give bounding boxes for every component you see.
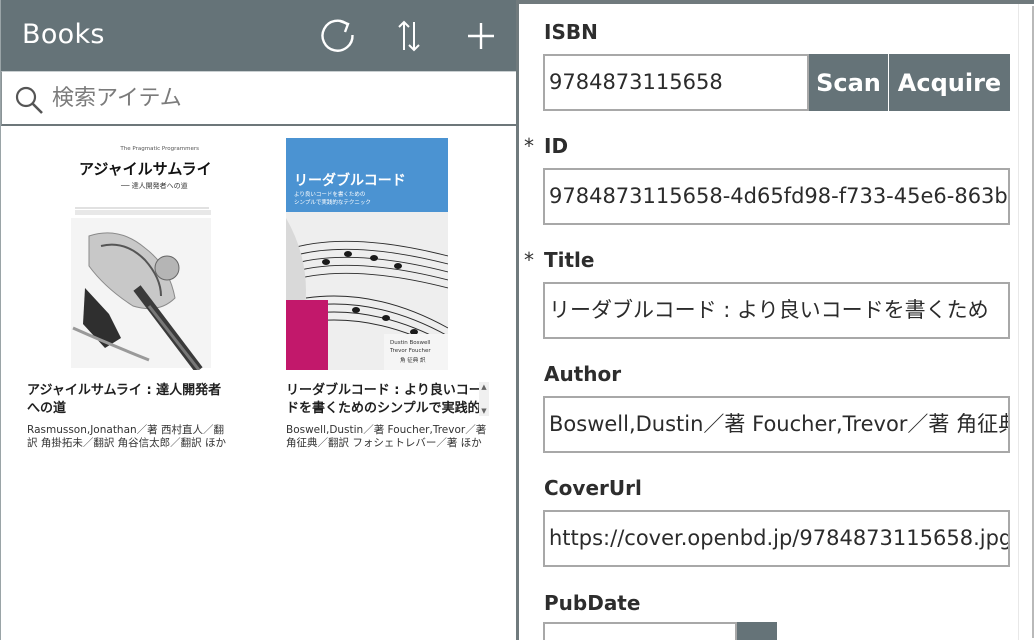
detail-scrollbar[interactable] bbox=[1018, 4, 1034, 640]
pub-date-label: PubDate bbox=[544, 591, 641, 615]
cover-title-text: アジャイルサムライ bbox=[79, 160, 212, 178]
cover-title-text: リーダブルコード bbox=[294, 172, 406, 189]
cover-subtitle-text: より良いコードを書くための bbox=[294, 190, 365, 198]
isbn-label: ISBN bbox=[544, 20, 598, 44]
cover-url-label: CoverUrl bbox=[544, 476, 642, 500]
book-title: リーダブルコード : より良いコードを書くためのシンプルで実践的なテクニック bbox=[286, 383, 482, 416]
book-card[interactable]: リーダブルコード より良いコードを書くための シンプルで実践的なテクニック Du… bbox=[282, 128, 502, 458]
book-author: Boswell,Dustin／著 Foucher,Trevor／著 角征典／翻訳… bbox=[286, 424, 487, 449]
cover-subtitle-text: ── 達人開発者への道 bbox=[120, 181, 188, 190]
author-field[interactable]: Boswell,Dustin／著 Foucher,Trevor／著 角征典 bbox=[543, 396, 1010, 453]
svg-text:角 征典 訳: 角 征典 訳 bbox=[400, 356, 426, 364]
sort-button[interactable] bbox=[387, 14, 431, 58]
add-button[interactable] bbox=[459, 14, 503, 58]
pub-date-field[interactable] bbox=[543, 622, 737, 640]
refresh-icon bbox=[321, 19, 354, 52]
id-field[interactable]: 9784873115658-4d65fd98-f733-45e6-863b-08 bbox=[543, 168, 1010, 225]
book-cover-image: リーダブルコード より良いコードを書くための シンプルで実践的なテクニック Du… bbox=[286, 138, 448, 370]
book-title: アジャイルサムライ : 達人開発者への道 bbox=[27, 383, 222, 416]
svg-text:Dustin Boswell: Dustin Boswell bbox=[390, 340, 431, 346]
book-cover-image: The Pragmatic Programmers アジャイルサムライ ── 達… bbox=[49, 138, 213, 370]
book-author: Rasmusson,Jonathan／著 西村直人／翻訳 角掛拓未／翻訳 角谷信… bbox=[27, 424, 227, 449]
svg-text:Trevor Foucher: Trevor Foucher bbox=[389, 348, 431, 354]
required-mark: * bbox=[524, 248, 534, 272]
search-icon bbox=[15, 86, 43, 114]
sort-icon bbox=[398, 20, 420, 52]
date-picker-button[interactable] bbox=[737, 622, 777, 640]
book-grid: The Pragmatic Programmers アジャイルサムライ ── 達… bbox=[1, 128, 517, 640]
cover-series-text: The Pragmatic Programmers bbox=[119, 146, 199, 152]
search-box bbox=[1, 71, 517, 126]
author-label: Author bbox=[544, 362, 622, 386]
app-title: Books bbox=[22, 19, 105, 50]
isbn-field[interactable]: 9784873115658 bbox=[543, 54, 809, 111]
cover-subtitle-text: シンプルで実践的なテクニック bbox=[294, 198, 371, 206]
plus-icon bbox=[468, 23, 494, 49]
title-scrollbar[interactable]: ▲ ▼ bbox=[479, 382, 489, 416]
scan-button[interactable]: Scan bbox=[809, 54, 888, 111]
title-label: Title bbox=[544, 248, 595, 272]
search-input[interactable] bbox=[52, 80, 492, 116]
id-label: ID bbox=[544, 134, 569, 158]
cover-url-field[interactable]: https://cover.openbd.jp/9784873115658.jp… bbox=[543, 510, 1010, 567]
scroll-down-icon[interactable]: ▼ bbox=[480, 407, 488, 415]
acquire-button[interactable]: Acquire bbox=[889, 54, 1010, 111]
required-mark: * bbox=[524, 134, 534, 158]
book-card[interactable]: The Pragmatic Programmers アジャイルサムライ ── 達… bbox=[23, 128, 243, 458]
refresh-button[interactable] bbox=[317, 14, 361, 58]
title-field[interactable]: リーダブルコード : より良いコードを書くため bbox=[543, 282, 1010, 339]
app-bar: Books bbox=[1, 0, 517, 71]
scroll-up-icon[interactable]: ▲ bbox=[480, 383, 488, 391]
book-list-pane: Books 検索アイテム The Pragmatic Programmers ア… bbox=[0, 0, 517, 640]
